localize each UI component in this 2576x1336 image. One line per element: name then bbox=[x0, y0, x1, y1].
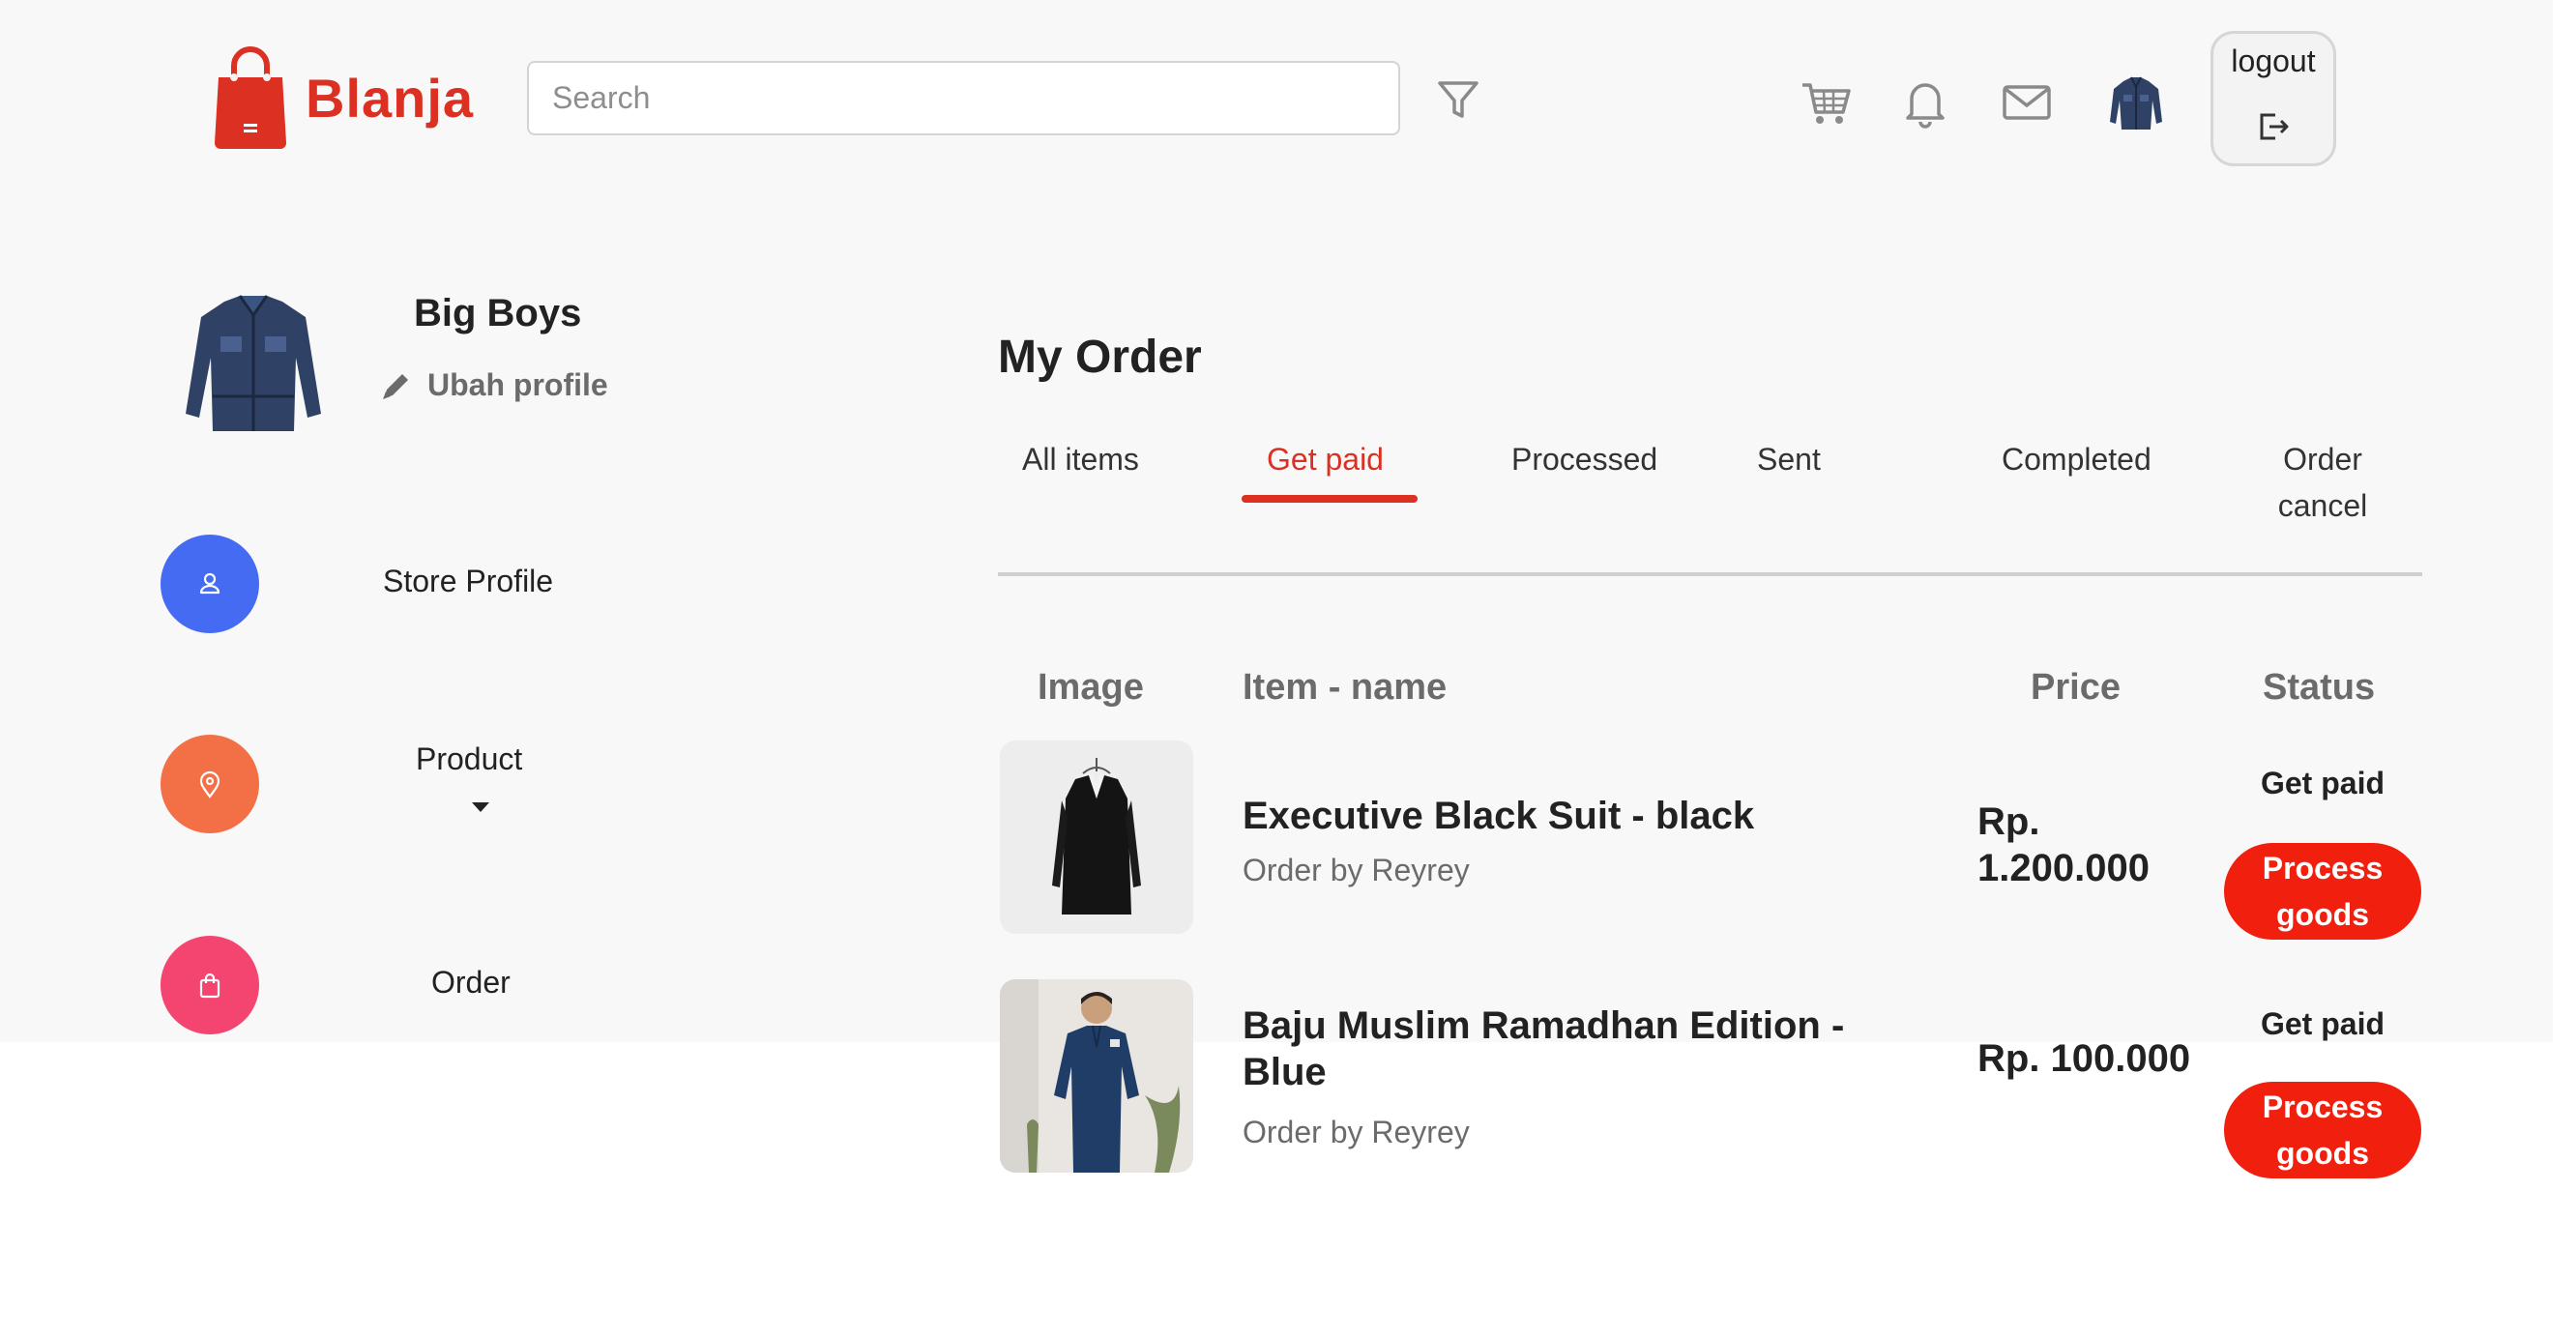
shopping-bag-icon bbox=[199, 973, 220, 999]
tab-sent[interactable]: Sent bbox=[1757, 436, 1821, 482]
order-icon-circle bbox=[161, 936, 259, 1034]
location-pin-icon bbox=[199, 770, 220, 799]
top-navbar: Blanja Search logout bbox=[0, 0, 2576, 184]
suit-image bbox=[1000, 741, 1193, 934]
sidebar-item-order[interactable]: Order bbox=[161, 936, 511, 1034]
brand-logo[interactable]: Blanja bbox=[213, 46, 474, 149]
product-price: Rp. 1.200.000 bbox=[1977, 800, 2150, 889]
tabs-divider bbox=[998, 572, 2422, 576]
tab-all-items[interactable]: All items bbox=[1022, 436, 1139, 482]
store-profile-icon-circle bbox=[161, 535, 259, 633]
edit-profile-label: Ubah profile bbox=[427, 367, 608, 402]
product-name[interactable]: Baju Muslim Ramadhan Edition - Blue bbox=[1243, 1002, 1881, 1095]
bell-icon[interactable] bbox=[1898, 75, 1952, 130]
process-goods-button[interactable]: Process goods bbox=[2224, 1082, 2421, 1178]
tab-processed[interactable]: Processed bbox=[1511, 436, 1657, 482]
column-header-image: Image bbox=[1038, 667, 1144, 708]
sidebar-item-label: Order bbox=[431, 965, 511, 1000]
order-by-text: Order by Reyrey bbox=[1243, 853, 1470, 887]
sidebar-item-store-profile[interactable]: Store Profile bbox=[161, 535, 553, 633]
status-text: Get paid bbox=[2260, 766, 2385, 800]
column-header-status: Status bbox=[2263, 667, 2376, 708]
profile-avatar bbox=[186, 295, 321, 431]
shopping-bag-logo-icon bbox=[215, 46, 286, 149]
product-icon-circle bbox=[161, 735, 259, 833]
logout-label: logout bbox=[2231, 44, 2316, 78]
column-header-price: Price bbox=[2031, 667, 2121, 708]
column-header-item-name: Item - name bbox=[1243, 667, 1448, 708]
search-input[interactable] bbox=[527, 61, 1400, 135]
product-image[interactable] bbox=[1000, 741, 1193, 934]
product-name[interactable]: Executive Black Suit - black bbox=[1243, 793, 1881, 839]
tab-completed[interactable]: Completed bbox=[2002, 436, 2152, 482]
sidebar-item-label: Store Profile bbox=[383, 564, 554, 598]
edit-profile-link[interactable]: Ubah profile bbox=[379, 367, 608, 403]
active-tab-indicator bbox=[1242, 495, 1418, 503]
sidebar-item-product[interactable]: Product bbox=[161, 735, 522, 833]
page-title: My Order bbox=[998, 332, 1202, 383]
product-price: Rp. 100.000 bbox=[1977, 1037, 2191, 1080]
profile-name: Big Boys bbox=[414, 292, 582, 334]
logout-button[interactable]: logout bbox=[2210, 31, 2336, 166]
brand-name: Blanja bbox=[306, 67, 475, 129]
tab-order-cancel[interactable]: Order cancel bbox=[2263, 436, 2383, 529]
cart-icon[interactable] bbox=[1799, 75, 1853, 130]
caret-down-icon[interactable] bbox=[470, 800, 491, 814]
status-text: Get paid bbox=[2260, 1006, 2385, 1041]
pencil-icon bbox=[383, 373, 408, 399]
user-icon bbox=[199, 572, 220, 595]
avatar[interactable] bbox=[2106, 73, 2166, 133]
product-image[interactable] bbox=[1000, 979, 1193, 1173]
sidebar-item-label: Product bbox=[416, 741, 523, 776]
logout-icon bbox=[2260, 113, 2289, 140]
mail-icon[interactable] bbox=[2000, 75, 2054, 130]
tab-get-paid[interactable]: Get paid bbox=[1267, 436, 1384, 482]
process-goods-button[interactable]: Process goods bbox=[2224, 843, 2421, 940]
order-by-text: Order by Reyrey bbox=[1243, 1115, 1470, 1149]
filter-icon[interactable] bbox=[1436, 79, 1480, 122]
muslim-shirt-image bbox=[1000, 979, 1193, 1173]
